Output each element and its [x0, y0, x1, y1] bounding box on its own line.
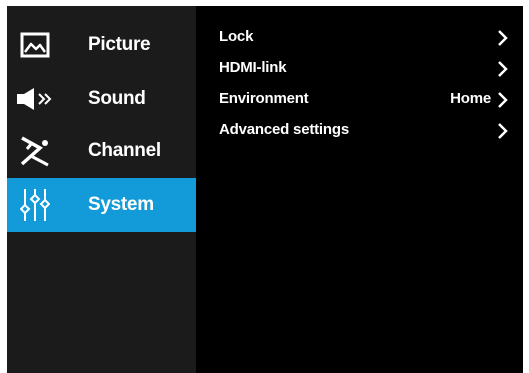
menu-item-label: HDMI-link: [219, 59, 287, 76]
sidebar-item-sound[interactable]: Sound: [7, 72, 196, 126]
environment-value: Home: [450, 90, 491, 107]
tv-menu-screen: Picture Sound Channel System Lock HDMI-l…: [7, 6, 523, 373]
sound-icon: [17, 82, 53, 116]
sidebar-item-label: Sound: [88, 88, 146, 109]
settings-menu: Lock HDMI-link Environment Home Advanced…: [219, 28, 509, 152]
sidebar-item-system[interactable]: System: [7, 178, 196, 232]
menu-item-label: Lock: [219, 28, 254, 45]
menu-item-hdmi-link[interactable]: HDMI-link: [219, 59, 509, 90]
satellite-dish-icon: [17, 134, 53, 168]
sidebar-item-label: System: [88, 194, 154, 215]
sliders-icon: [17, 188, 53, 222]
menu-item-label: Environment: [219, 90, 309, 107]
sidebar-item-channel[interactable]: Channel: [7, 124, 196, 178]
sidebar-item-picture[interactable]: Picture: [7, 18, 196, 72]
menu-item-label: Advanced settings: [219, 121, 349, 138]
chevron-right-icon: [498, 30, 508, 46]
sidebar: Picture Sound Channel System: [7, 6, 196, 373]
chevron-right-icon: [498, 123, 508, 139]
picture-icon: [17, 28, 53, 62]
chevron-right-icon: [498, 61, 508, 77]
menu-item-lock[interactable]: Lock: [219, 28, 509, 59]
sidebar-item-label: Picture: [88, 34, 151, 55]
menu-item-advanced-settings[interactable]: Advanced settings: [219, 121, 509, 152]
chevron-right-icon: [498, 92, 508, 108]
sidebar-item-label: Channel: [88, 140, 161, 161]
menu-item-environment[interactable]: Environment Home: [219, 90, 509, 121]
